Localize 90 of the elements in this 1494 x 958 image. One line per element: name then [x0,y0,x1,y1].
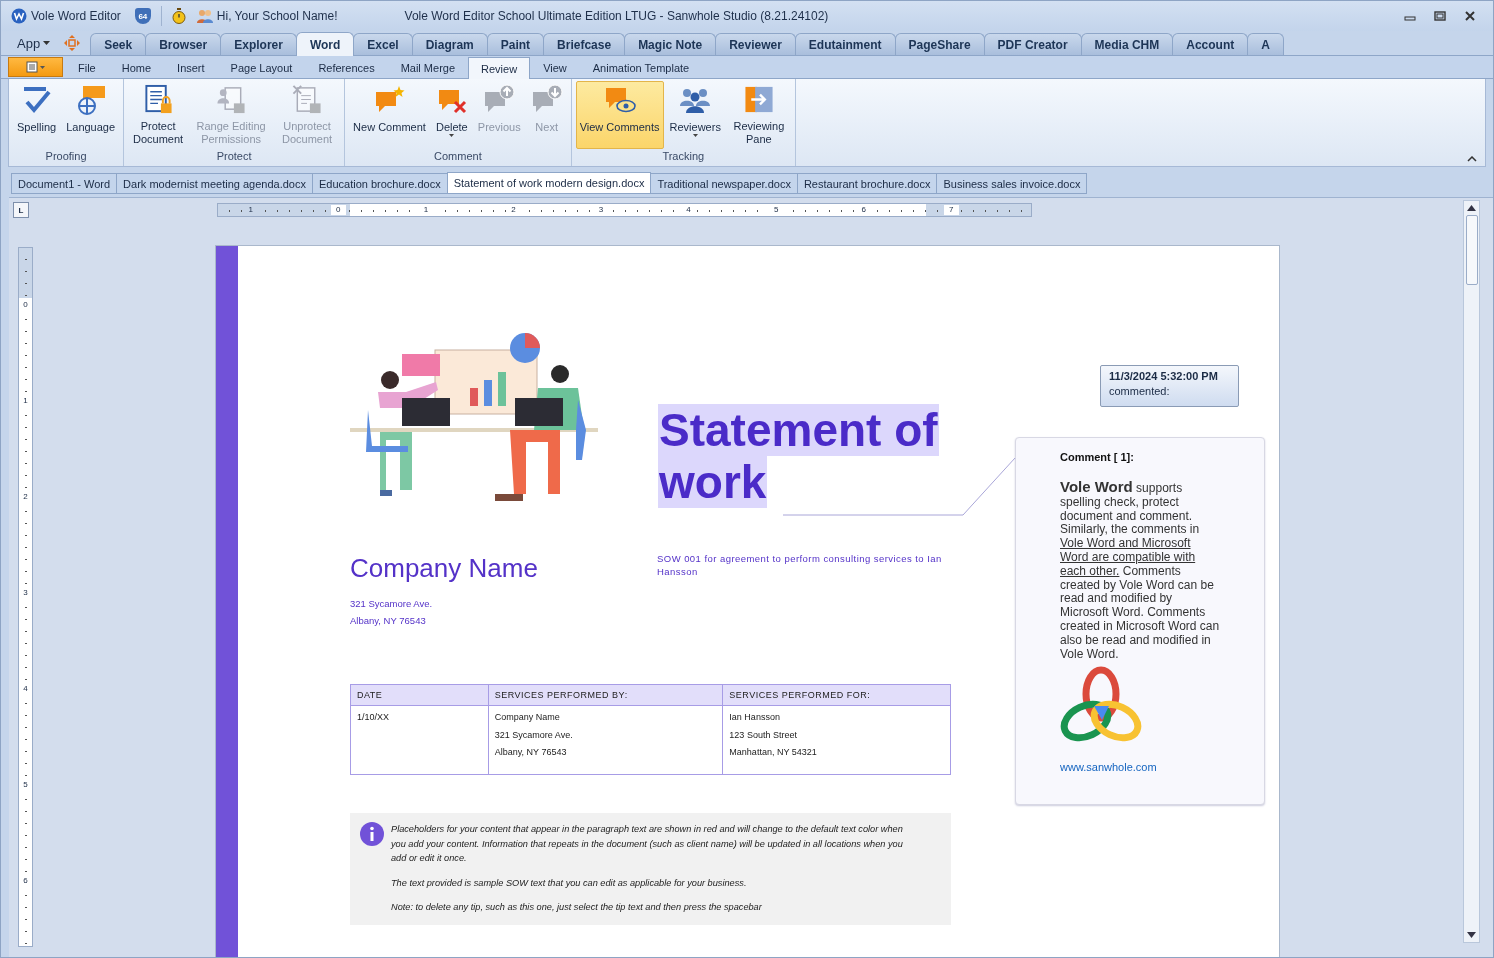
ribbon-tab[interactable]: Page Layout [217,57,306,78]
people-icon [195,8,214,24]
ribbon-tab[interactable]: Animation Template [579,57,703,78]
ribbon-button[interactable]: Delete [431,81,472,149]
version-badge[interactable]: 64 [134,8,151,24]
document-menu-icon [25,61,46,73]
ribbon-button[interactable]: Reviewing Pane [726,81,791,149]
caret-icon [449,134,455,137]
group-label: Protect [215,150,253,164]
app-menu-button[interactable]: App [11,32,57,54]
ribbon-tab[interactable]: Home [108,57,165,78]
lock-users-icon [215,84,248,115]
group-label: Proofing [44,150,88,164]
document-tab[interactable]: Statement of work modern design.docx [446,172,652,194]
table-cell: Company Name 321 Sycamore Ave. Albany, NY 76543 [488,705,723,775]
tip-text: Note: to delete any tip, such as this one, just select the tip text and then press the spacebar [391,901,763,914]
document-tab[interactable]: Traditional newspaper.docx [650,173,798,194]
app-logo-icon [11,8,27,24]
ribbon-tab[interactable]: Mail Merge [387,57,469,78]
ribbon-button[interactable]: New Comment [349,81,430,149]
collapse-icon[interactable] [1467,156,1477,162]
module-tab[interactable]: Reviewer [715,33,796,55]
module-tab[interactable]: Browser [145,33,222,55]
info-icon [360,822,384,846]
unlock-document-icon [291,84,324,115]
company-name: Company Name [350,553,539,583]
ribbon-tab[interactable]: References [305,57,388,78]
app-name: Vole Word Editor [31,9,121,23]
ribbon-tab[interactable]: Review [468,57,531,79]
column-header: SERVICES PERFORMED BY: [488,684,723,706]
pane-arrow-icon [742,84,775,115]
table-cell: Ian Hansson 123 South Street Manhattan, NY 54321 [722,705,951,775]
lock-document-icon [142,84,175,115]
ribbon-button[interactable]: Protect Document [128,81,189,149]
ribbon-tab[interactable]: View [530,57,580,78]
ribbon-button[interactable]: View Comments [575,81,664,149]
module-tab[interactable]: Account [1172,33,1249,55]
window-title: Vole Word Editor School Ultimate Edition LTUG - Sanwhole Studio (8.21.24102) [404,9,830,23]
stopwatch-icon[interactable] [171,8,186,24]
module-tab[interactable]: Briefcase [543,33,626,55]
module-tab[interactable]: Media CHM [1080,33,1174,55]
ribbon-button[interactable]: Language [62,81,120,149]
caret-icon [692,134,698,137]
column-header: DATE [350,684,489,706]
file-menu-button[interactable] [8,57,63,77]
tip-text: Placeholders for your content that appear in the paragraph text are shown in red and will change to the default text color when you add your content. Information that repeats in the document (such as client name) will be updated in all locations when you add or edit it once. [391,823,904,865]
module-tab[interactable]: Explorer [220,33,297,55]
document-tab[interactable]: Document1 - Word [11,173,118,194]
tip-text: The text provided is sample SOW text that you can edit as applicable for your business. [391,876,748,890]
comment-date: 11/3/2024 5:32:00 PM [1109,370,1219,382]
scroll-thumb[interactable] [1465,215,1478,285]
group-label: Comment [433,150,483,164]
ribbon-button[interactable]: Reviewers [665,81,725,149]
tab-stop-selector[interactable]: L [13,202,29,218]
table-cell: 1/10/XX [350,705,489,775]
website-link[interactable]: www.sanwhole.com [1060,761,1157,774]
module-tab[interactable]: Seek [90,33,147,55]
module-tab[interactable]: Edutainment [794,33,896,55]
sow-description: SOW 001 for agreement to perform consulting services to Ian Hansson [657,552,943,579]
company-address: 321 Sycamore Ave. Albany, NY 76543 [350,597,434,628]
module-tab[interactable]: Diagram [411,33,488,55]
module-tab[interactable]: PageShare [894,33,985,55]
scroll-up-icon[interactable] [1467,205,1476,211]
horizontal-ruler[interactable]: 1 0 1 2 3 4 5 6 7 [217,203,1032,217]
module-tab[interactable]: PDF Creator [983,33,1082,55]
close-icon [1464,10,1476,22]
module-tab[interactable]: A [1247,33,1284,55]
document-title: Statement of work [658,404,939,510]
group-label: Tracking [661,150,706,164]
scroll-down-icon[interactable] [1467,932,1476,938]
document-tab[interactable]: Restaurant brochure.docx [796,173,938,194]
document-tab[interactable]: Dark modernist meeting agenda.docx [116,173,313,194]
comment-heading: Comment [ 1]: [1060,451,1135,463]
comment-text: Vole Word supports spelling check, protect document and comment. Similarly, the comments in Vole Word and Microsoft Word are compatible with each other. Comments created by Vole Word can be read and modified by Microsoft Word. Comments created in Microsoft Word can also be read and modified in Vole Word. [1060,480,1220,662]
column-header: SERVICES PERFORMED FOR: [722,684,951,706]
ribbon-tab[interactable]: Insert [164,57,218,78]
scrollbar[interactable] [1463,200,1480,943]
restore-icon [1434,10,1446,22]
ribbon-button[interactable]: Spelling [13,81,61,149]
ribbon-tab[interactable]: File [65,57,109,78]
module-tab[interactable]: Excel [353,33,413,55]
document-tab[interactable]: Education brochure.docx [311,173,448,194]
document-tab[interactable]: Business sales invoice.docx [936,173,1088,194]
comment-action: commented: [1109,385,1170,397]
vertical-ruler[interactable]: 0 1 2 3 4 5 6 [18,247,33,947]
caret-icon [43,41,51,45]
module-tab[interactable]: Paint [486,33,545,55]
module-tab[interactable]: Magic Note [624,33,717,55]
module-tab[interactable]: Word [295,32,355,56]
greeting-text: Hi, Your School Name! [216,9,338,23]
